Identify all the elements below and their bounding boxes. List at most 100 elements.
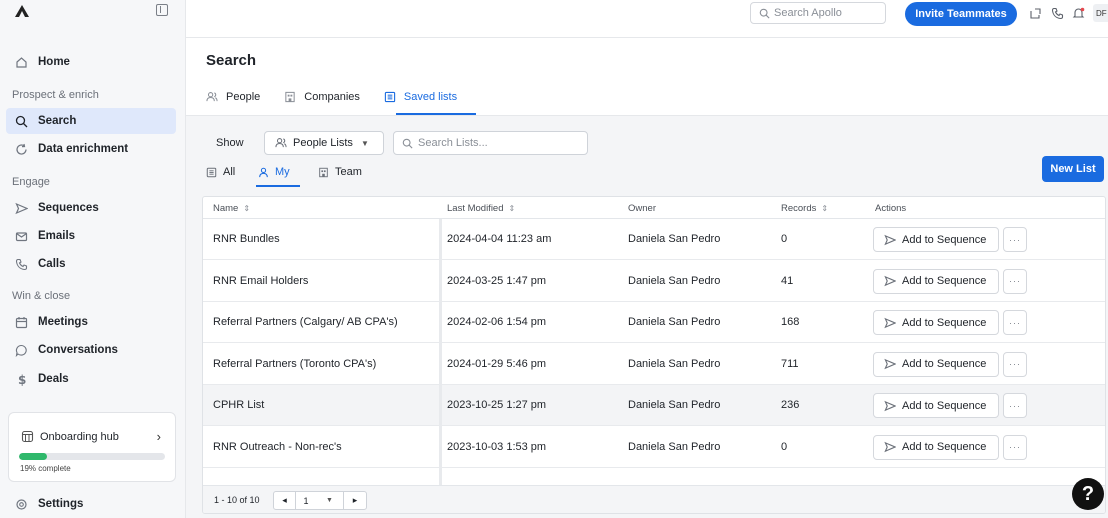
nav-conversations[interactable]: Conversations — [6, 337, 176, 363]
tab-companies[interactable]: Companies — [284, 88, 360, 106]
scope-my[interactable]: My — [258, 166, 290, 178]
list-name[interactable]: RNR Bundles — [213, 233, 280, 245]
nav-sequences-label: Sequences — [38, 202, 99, 214]
records-count: 711 — [781, 357, 799, 370]
more-actions-button[interactable]: ··· — [1003, 351, 1027, 377]
list-name[interactable]: RNR Outreach - Non-rec's — [213, 441, 342, 453]
sort-icon: ⇕ — [821, 204, 829, 213]
column-header-actions-label: Actions — [875, 203, 907, 214]
more-actions-button[interactable]: ··· — [1003, 227, 1027, 252]
list-name[interactable]: Referral Partners (Toronto CPA's) — [213, 358, 376, 370]
home-icon — [14, 55, 28, 69]
tab-companies-label: Companies — [304, 91, 360, 103]
add-to-sequence-button[interactable]: Add to Sequence — [873, 310, 999, 335]
more-actions-button[interactable]: ··· — [1003, 393, 1027, 418]
more-actions-button[interactable]: ··· — [1003, 268, 1027, 294]
collapse-sidebar-icon[interactable] — [156, 4, 168, 16]
show-label: Show — [216, 137, 244, 149]
section-prospect-enrich: Prospect & enrich — [12, 89, 99, 101]
add-to-sequence-button[interactable]: Add to Sequence — [873, 393, 999, 418]
table-header: Name ⇕ Last Modified ⇕ Owner Records ⇕ Acti… — [203, 197, 1105, 219]
invite-teammates-button[interactable]: Invite Teammates — [905, 2, 1017, 26]
add-to-sequence-button[interactable]: Add to Sequence — [873, 268, 999, 294]
nav-meetings[interactable]: Meetings — [6, 309, 176, 335]
records-count: 41 — [781, 274, 794, 287]
nav-calls[interactable]: Calls — [6, 251, 176, 277]
table-row[interactable]: Referral Partners (Calgary/ AB CPA's) 202… — [203, 302, 1105, 343]
share-icon[interactable] — [1028, 6, 1042, 20]
add-to-sequence-button[interactable]: Add to Sequence — [873, 434, 999, 460]
pagination: ◂ 1 ▼ ▸ — [273, 491, 367, 510]
send-icon — [884, 358, 896, 370]
more-actions-button[interactable]: ··· — [1003, 434, 1027, 460]
list-icon — [206, 167, 217, 178]
list-icon — [384, 91, 396, 103]
nav-deals-label: Deals — [38, 373, 69, 385]
owner: Daniela San Pedro — [628, 233, 721, 245]
table-row[interactable]: Referral Partners (Toronto CPA's) 2024-01… — [203, 344, 1105, 385]
nav-settings[interactable]: Settings — [6, 491, 176, 517]
send-icon — [884, 317, 896, 329]
nav-sequences[interactable]: Sequences — [6, 195, 176, 221]
global-search-input[interactable]: Search Apollo — [750, 2, 886, 24]
prev-page-button[interactable]: ◂ — [274, 492, 296, 509]
table-row[interactable]: CPHR List 2023-10-25 1:27 pm Daniela San P… — [203, 385, 1105, 426]
list-name[interactable]: CPHR List — [213, 399, 264, 411]
list-name[interactable]: RNR Email Holders — [213, 275, 308, 287]
records-count: 0 — [781, 440, 788, 453]
owner: Daniela San Pedro — [628, 357, 721, 370]
scope-all[interactable]: All — [206, 166, 235, 178]
apollo-logo[interactable] — [14, 4, 30, 18]
add-to-sequence-button[interactable]: Add to Sequence — [873, 227, 999, 252]
onboarding-hub-card[interactable]: Onboarding hub › 19% complete — [8, 412, 176, 482]
table-row[interactable]: RNR Outreach - Non-rec's 2023-10-03 1:53 … — [203, 427, 1105, 468]
last-modified: 2023-10-03 1:53 pm — [447, 440, 547, 453]
scope-team[interactable]: Team — [318, 166, 362, 178]
section-engage: Engage — [12, 176, 50, 188]
add-to-sequence-button[interactable]: Add to Sequence — [873, 351, 999, 377]
nav-search[interactable]: Search — [6, 108, 176, 134]
add-to-sequence-label: Add to Sequence — [902, 275, 987, 287]
sidebar: Home Prospect & enrich Search Data enric… — [0, 0, 186, 518]
phone-icon — [14, 257, 28, 271]
owner: Daniela San Pedro — [628, 399, 721, 411]
onboarding-hub-label: Onboarding hub — [40, 430, 119, 443]
tab-saved-lists[interactable]: Saved lists — [384, 88, 457, 106]
tab-people[interactable]: People — [206, 88, 260, 106]
last-modified: 2024-02-06 1:54 pm — [447, 316, 547, 328]
nav-deals[interactable]: $ Deals — [6, 366, 176, 392]
nav-home[interactable]: Home — [6, 49, 176, 75]
active-scope-indicator — [256, 185, 300, 187]
column-header-records[interactable]: Records ⇕ — [781, 203, 828, 214]
page-number[interactable]: 1 — [296, 492, 316, 509]
tab-people-label: People — [226, 91, 261, 103]
list-type-dropdown[interactable]: People Lists ▼ — [264, 131, 384, 155]
phone-icon[interactable] — [1050, 6, 1064, 20]
table-row[interactable]: RNR Bundles 2024-04-04 11:23 am Daniela Sa… — [203, 219, 1105, 260]
column-header-last-modified[interactable]: Last Modified ⇕ — [447, 203, 515, 214]
mail-icon — [14, 229, 28, 243]
records-count: 0 — [781, 233, 788, 245]
next-page-button[interactable]: ▸ — [344, 492, 366, 509]
column-divider — [439, 219, 442, 485]
list-search-input[interactable]: Search Lists... — [393, 131, 588, 155]
more-actions-button[interactable]: ··· — [1003, 310, 1027, 335]
add-to-sequence-label: Add to Sequence — [902, 358, 987, 370]
column-header-name[interactable]: Name ⇕ — [213, 203, 250, 214]
search-icon — [14, 114, 28, 128]
user-avatar[interactable]: DF — [1093, 4, 1108, 22]
column-header-name-label: Name — [213, 203, 239, 214]
list-name[interactable]: Referral Partners (Calgary/ AB CPA's) — [213, 316, 398, 328]
saved-lists-table: Name ⇕ Last Modified ⇕ Owner Records ⇕ Acti… — [202, 196, 1106, 514]
notification-bell-icon[interactable] — [1071, 6, 1085, 20]
people-icon — [275, 137, 287, 149]
table-row[interactable]: RNR Email Holders 2024-03-25 1:47 pm Danie… — [203, 261, 1105, 302]
new-list-button[interactable]: New List — [1042, 156, 1104, 182]
chevron-down-icon[interactable]: ▼ — [316, 492, 344, 509]
nav-data-enrichment[interactable]: Data enrichment — [6, 136, 176, 162]
owner: Daniela San Pedro — [628, 274, 721, 287]
help-button[interactable]: ? — [1072, 478, 1104, 510]
list-type-label: People Lists — [293, 137, 353, 149]
nav-emails[interactable]: Emails — [6, 223, 176, 249]
nav-home-label: Home — [38, 56, 70, 68]
